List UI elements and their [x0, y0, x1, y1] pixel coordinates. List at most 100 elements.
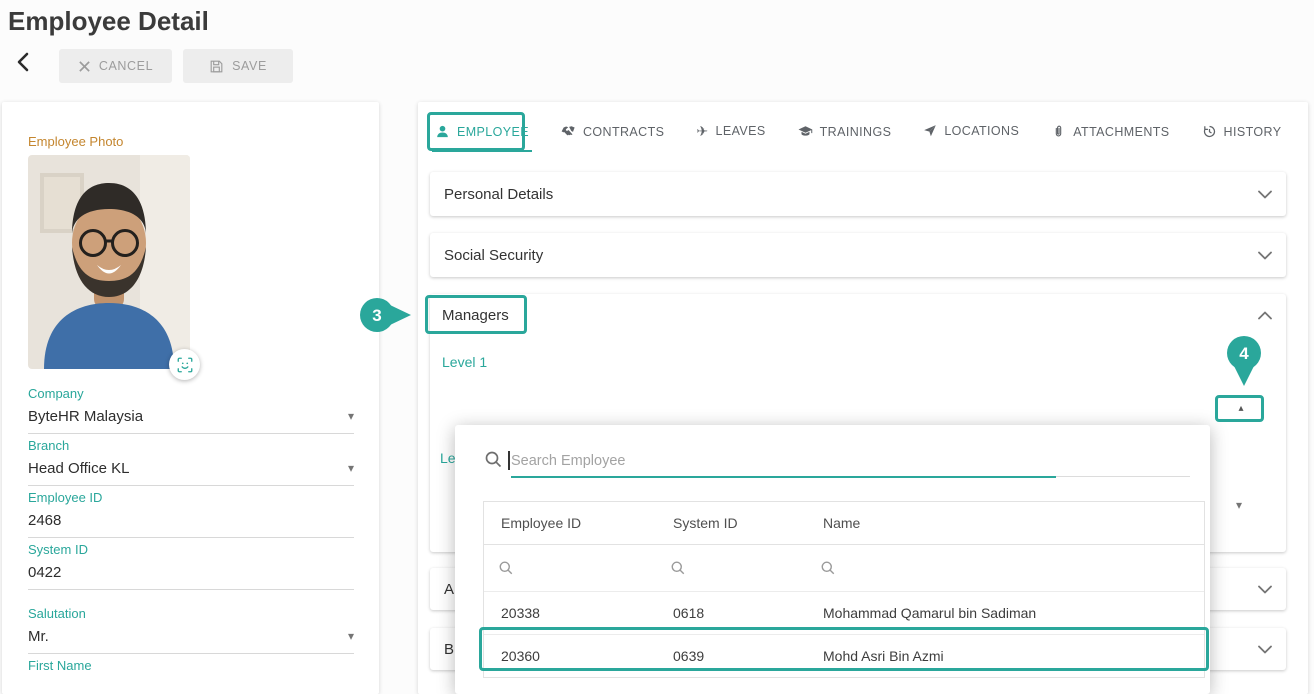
- accordion-title: Social Security: [444, 246, 544, 264]
- graduation-cap-icon: [798, 126, 812, 136]
- tab-contracts[interactable]: CONTRACTS: [558, 108, 667, 152]
- text-cursor: [508, 451, 510, 470]
- field-label: Company: [28, 386, 84, 401]
- cancel-button[interactable]: CANCEL: [59, 49, 172, 83]
- field-value: ByteHR Malaysia: [28, 407, 144, 425]
- tab-label: HISTORY: [1223, 124, 1282, 139]
- person-icon: [437, 125, 448, 138]
- level-2-label-partial: Le: [440, 450, 456, 466]
- filter-system-id[interactable]: [656, 561, 806, 575]
- level1-manager-dropdown-toggle[interactable]: ▴: [1222, 398, 1260, 418]
- face-scan-icon: [177, 357, 192, 372]
- tab-label: EMPLOYEE: [457, 124, 529, 139]
- table-filter-row: [484, 545, 1204, 592]
- company-field[interactable]: Company ByteHR Malaysia ▾: [28, 386, 354, 434]
- employee-profile-panel: Employee Photo Company ByteHR Malaysia ▾…: [2, 102, 379, 694]
- field-value: Mr.: [28, 627, 49, 645]
- photo-label: Employee Photo: [28, 134, 124, 149]
- column-header: Name: [823, 515, 861, 531]
- employee-id-field[interactable]: Employee ID 2468: [28, 490, 354, 538]
- system-id-field[interactable]: System ID 0422: [28, 542, 354, 590]
- chevron-up-icon[interactable]: [1258, 311, 1272, 320]
- page-title: Employee Detail: [8, 6, 209, 36]
- tab-label: LEAVES: [715, 124, 766, 138]
- search-icon: [821, 561, 835, 575]
- field-value: 2468: [28, 511, 62, 529]
- dropdown-caret-icon[interactable]: ▾: [348, 630, 354, 642]
- search-icon: [671, 561, 685, 575]
- airplane-icon: ✈: [696, 123, 709, 139]
- level2-dropdown-caret-icon[interactable]: ▾: [1236, 498, 1242, 512]
- tab-label: CONTRACTS: [582, 124, 665, 139]
- cell-name: Mohammad Qamarul bin Sadiman: [823, 605, 1037, 621]
- employee-detail-page: Employee Detail CANCEL SAVE Employee Pho…: [0, 0, 1314, 694]
- search-icon: [499, 561, 513, 575]
- save-icon: [210, 60, 223, 72]
- tab-trainings[interactable]: TRAININGS: [795, 108, 895, 152]
- table-row-highlighted[interactable]: 20360 0639 Mohd Asri Bin Azmi: [484, 635, 1204, 677]
- paperclip-icon: [1055, 125, 1062, 137]
- chevron-down-icon[interactable]: [1258, 645, 1272, 654]
- chevron-down-icon[interactable]: [1258, 585, 1272, 594]
- tab-attachments[interactable]: ATTACHMENTS: [1048, 108, 1172, 152]
- employee-photo: [28, 155, 190, 369]
- tab-employee[interactable]: EMPLOYEE: [432, 108, 532, 152]
- column-header: Employee ID: [501, 515, 582, 531]
- accordion-title-partial: B: [444, 640, 455, 658]
- accordion-social-security[interactable]: Social Security: [430, 233, 1286, 277]
- accordion-title-managers[interactable]: Managers: [442, 307, 509, 324]
- search-employee-input[interactable]: [511, 446, 1056, 478]
- filter-employee-id[interactable]: [484, 561, 656, 575]
- navigation-icon: [924, 125, 937, 137]
- first-name-field[interactable]: First Name: [28, 658, 354, 694]
- field-label: First Name: [28, 658, 92, 673]
- history-icon: [1203, 125, 1215, 138]
- tab-label: TRAININGS: [819, 124, 892, 139]
- back-button[interactable]: [10, 50, 36, 76]
- profile-fields: Company ByteHR Malaysia ▾ Branch Head Of…: [28, 386, 354, 694]
- employee-search-popup: Employee ID System ID Name: [455, 425, 1210, 694]
- cell-employee-id: 20338: [501, 605, 540, 621]
- tab-label: ATTACHMENTS: [1073, 124, 1170, 139]
- cell-name: Mohd Asri Bin Azmi: [823, 648, 944, 664]
- detail-tabs: EMPLOYEE CONTRACTS ✈ LEAVES TRAININGS LO…: [432, 108, 1284, 152]
- input-underline-extension: [1056, 476, 1190, 477]
- field-label: System ID: [28, 542, 88, 557]
- salutation-field[interactable]: Salutation Mr. ▾: [28, 606, 354, 654]
- accordion-personal-details[interactable]: Personal Details: [430, 172, 1286, 216]
- branch-field[interactable]: Branch Head Office KL ▾: [28, 438, 354, 486]
- filter-name[interactable]: [806, 561, 1204, 575]
- table-header-row: Employee ID System ID Name: [484, 502, 1204, 545]
- cell-system-id: 0618: [673, 605, 705, 621]
- chevron-left-icon: [17, 52, 29, 71]
- close-icon: [79, 60, 90, 72]
- field-label: Branch: [28, 438, 70, 453]
- cell-system-id: 0639: [673, 648, 705, 664]
- cell-employee-id: 20360: [501, 648, 540, 664]
- save-button[interactable]: SAVE: [183, 49, 293, 83]
- table-row[interactable]: 20338 0618 Mohammad Qamarul bin Sadiman: [484, 592, 1204, 635]
- chevron-down-icon[interactable]: [1258, 190, 1272, 199]
- chevron-down-icon[interactable]: [1258, 251, 1272, 260]
- field-value: 0422: [28, 563, 62, 581]
- search-icon: [485, 451, 502, 468]
- cancel-label: CANCEL: [98, 59, 154, 73]
- save-label: SAVE: [232, 59, 267, 73]
- tab-history[interactable]: HISTORY: [1199, 108, 1285, 152]
- caret-up-icon: ▴: [1238, 402, 1244, 414]
- tab-leaves[interactable]: ✈ LEAVES: [693, 108, 768, 151]
- accordion-title: Personal Details: [444, 185, 554, 203]
- tab-label: LOCATIONS: [944, 124, 1020, 138]
- level-1-label: Level 1: [442, 354, 488, 370]
- dropdown-caret-icon[interactable]: ▾: [348, 410, 354, 422]
- handshake-icon: [561, 126, 575, 136]
- employee-photo-image: [28, 155, 190, 369]
- employee-picker-table: Employee ID System ID Name 20338 0618 Mo…: [483, 501, 1205, 678]
- accordion-title-partial: A: [444, 580, 455, 598]
- field-label: Salutation: [28, 606, 86, 621]
- field-label: Employee ID: [28, 490, 103, 505]
- column-header: System ID: [673, 515, 738, 531]
- face-capture-button[interactable]: [169, 349, 200, 380]
- tab-locations[interactable]: LOCATIONS: [920, 108, 1022, 151]
- dropdown-caret-icon[interactable]: ▾: [348, 462, 354, 474]
